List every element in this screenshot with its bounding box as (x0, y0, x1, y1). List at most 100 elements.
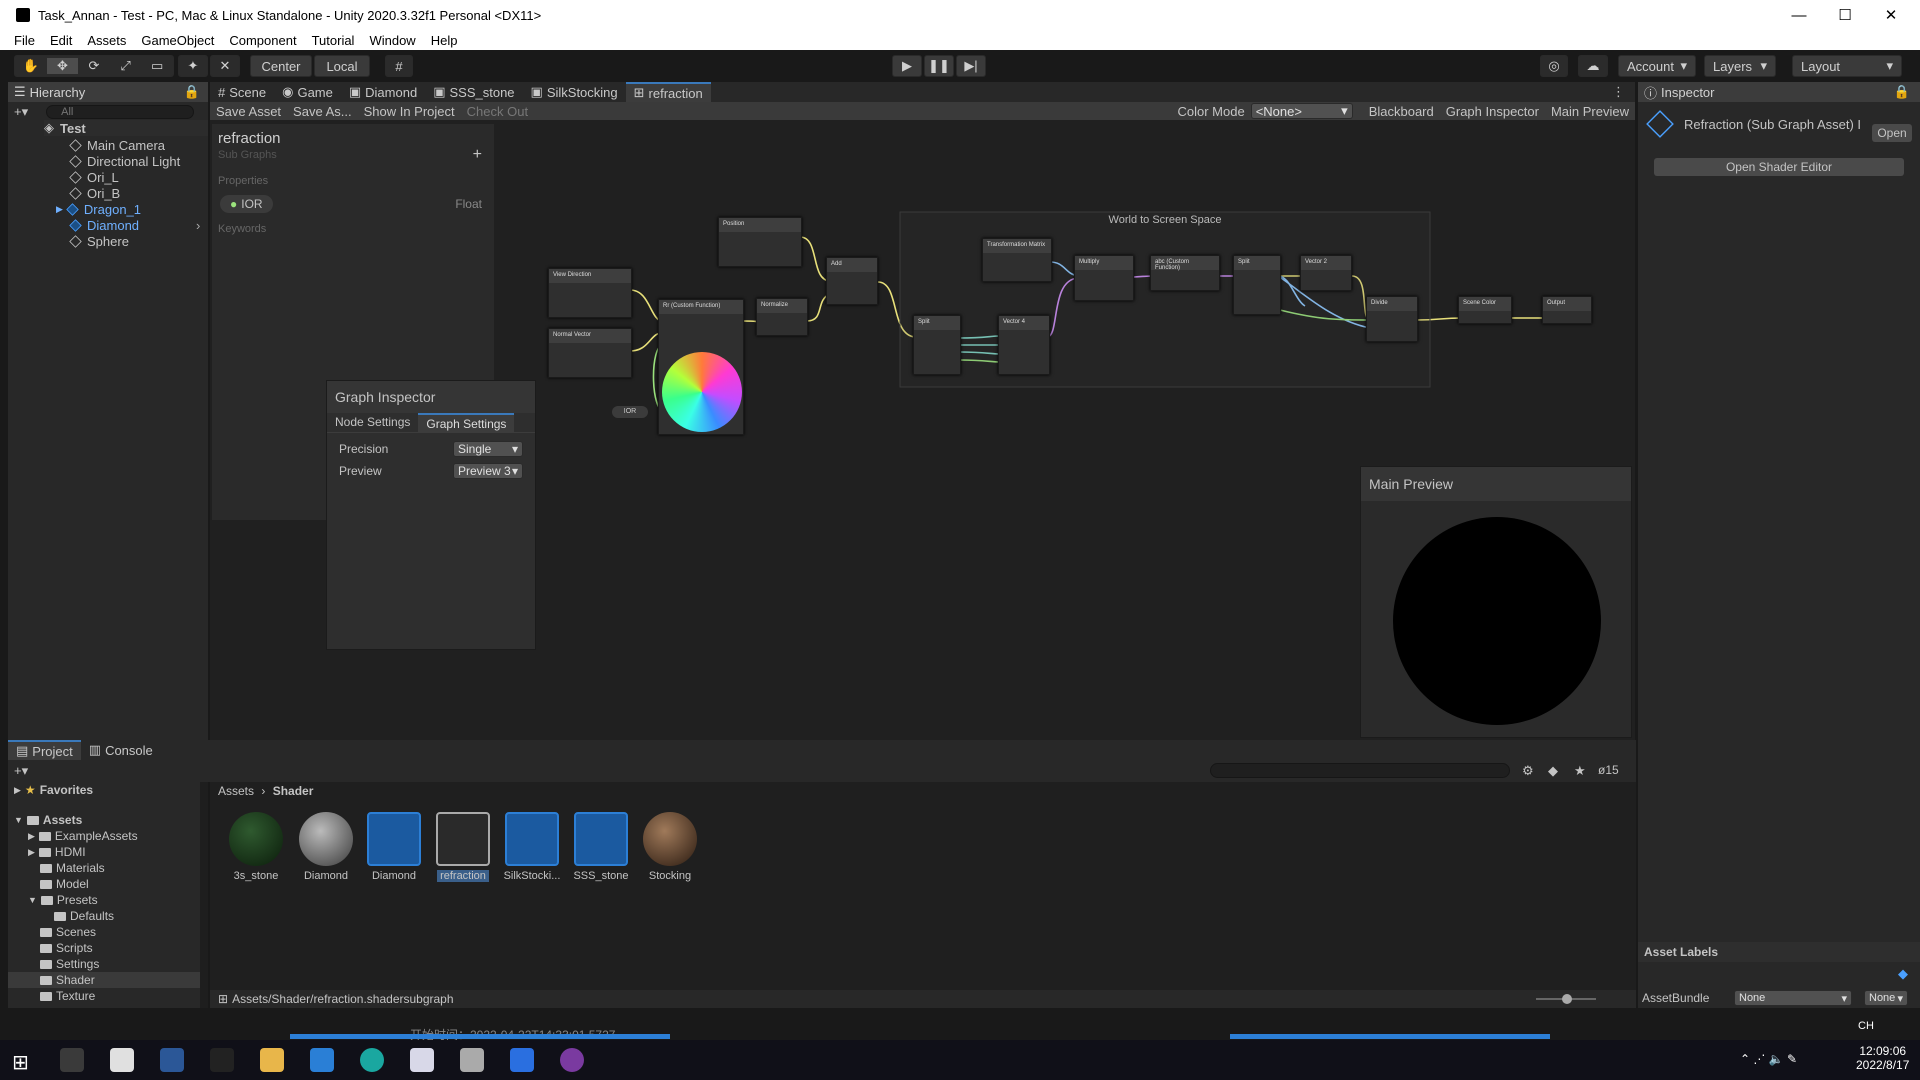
multiply-node[interactable]: Multiply (1074, 255, 1134, 301)
material-thumbnail (299, 812, 353, 866)
vector4-node[interactable]: Vector 4 (998, 315, 1050, 375)
tree-item[interactable]: Materials (40, 860, 105, 876)
tree-item[interactable]: ▼ Presets (28, 892, 98, 908)
normal-vector-node[interactable]: Normal Vector (548, 328, 632, 378)
output-node[interactable]: Output (1542, 296, 1592, 324)
clock[interactable]: 12:09:06 2022/8/17 (1856, 1044, 1909, 1072)
assetbundle-variant-dropdown[interactable]: None ▾ (1864, 990, 1908, 1006)
asset-item[interactable]: Stocking (640, 812, 700, 882)
scene-color-node[interactable]: Scene Color (1458, 296, 1512, 324)
favorites-item[interactable]: ▶ ★ Favorites (14, 782, 93, 798)
asset-item[interactable]: SSS_stone (571, 812, 631, 882)
preview-sphere[interactable] (1393, 517, 1601, 725)
folder-icon (40, 975, 52, 985)
file-explorer-icon[interactable] (260, 1048, 284, 1072)
folder-icon (54, 911, 66, 921)
vector2-node[interactable]: Vector 2 (1300, 255, 1352, 291)
subgraph-icon (436, 812, 490, 866)
project-search-input[interactable] (1210, 763, 1510, 778)
windows-start-icon[interactable]: ⊞ (12, 1050, 29, 1075)
filter-label-icon[interactable]: ◆ (1548, 763, 1558, 779)
breadcrumb: Assets › Shader (218, 784, 314, 798)
open-button[interactable]: Open (1872, 124, 1912, 142)
app-icon[interactable] (460, 1048, 484, 1072)
add-icon[interactable]: +▾ (14, 763, 28, 779)
folder-icon (26, 815, 39, 825)
main-preview-panel: Main Preview (1360, 466, 1632, 738)
star-icon: ★ (24, 783, 36, 797)
tree-item[interactable]: ▶ ExampleAssets (28, 828, 138, 844)
hidden-count-icon[interactable]: ø15 (1598, 763, 1619, 777)
split-node[interactable]: Split (1233, 255, 1281, 315)
folder-icon (40, 927, 52, 937)
asset-labels-header: Asset Labels (1638, 942, 1920, 962)
unity-icon[interactable] (110, 1048, 134, 1072)
inspector-tab[interactable]: ⓘ Inspector 🔒 (1638, 82, 1920, 102)
github-icon[interactable] (560, 1048, 584, 1072)
assetbundle-dropdown[interactable]: None ▾ (1734, 990, 1852, 1006)
transformation-matrix-node[interactable]: Transformation Matrix (982, 238, 1052, 282)
assetbundle-label: AssetBundle (1642, 991, 1710, 1005)
view-direction-node[interactable]: View Direction (548, 268, 632, 318)
lock-icon[interactable]: 🔒 (1894, 84, 1910, 100)
main-preview-title: Main Preview (1361, 467, 1631, 501)
refract-custom-function-node[interactable]: Rr (Custom Function) (658, 299, 744, 435)
tree-item[interactable]: Model (40, 876, 89, 892)
asset-item[interactable]: SilkStocki... (502, 812, 562, 882)
asset-item[interactable]: Diamond (296, 812, 356, 882)
tree-item[interactable]: Defaults (54, 908, 114, 924)
asset-item[interactable]: 3s_stone (226, 812, 286, 882)
split-node[interactable]: Split (913, 315, 961, 375)
tree-scrollbar[interactable] (200, 782, 208, 1008)
security-icon[interactable] (510, 1048, 534, 1072)
shadergraph-icon (505, 812, 559, 866)
subgraph-asset-icon (1646, 110, 1674, 138)
project-tab-bar: ▤ Project ▥ Console (8, 740, 1636, 760)
filter-type-icon[interactable]: ⚙ (1522, 763, 1534, 779)
progress-bar-left (290, 1034, 670, 1039)
folder-icon (40, 991, 52, 1001)
subgraph-small-icon: ⊞ (218, 992, 229, 1006)
tree-item[interactable]: Scripts (40, 940, 93, 956)
favorite-icon[interactable]: ★ (1574, 763, 1586, 779)
folder-icon (40, 943, 52, 953)
tree-item[interactable]: ▶ HDMI (28, 844, 86, 860)
tree-item-selected[interactable]: Shader (8, 972, 200, 988)
folder-icon (40, 895, 53, 905)
tree-item[interactable]: Texture (40, 988, 95, 1004)
zoom-slider[interactable] (1536, 994, 1596, 1004)
open-shader-editor-button[interactable]: Open Shader Editor (1654, 158, 1904, 176)
ior-property-node[interactable]: IOR (612, 406, 648, 418)
asset-item[interactable]: Diamond (364, 812, 424, 882)
breadcrumb-assets[interactable]: Assets (218, 784, 254, 798)
word-icon[interactable] (160, 1048, 184, 1072)
abc-custom-function-node[interactable]: abc (Custom Function) (1150, 255, 1220, 291)
asset-item-selected[interactable]: refraction (433, 812, 493, 882)
normalize-node[interactable]: Normalize (756, 298, 808, 336)
material-thumbnail (229, 812, 283, 866)
tree-item[interactable]: ▼ Assets (14, 812, 82, 828)
tray-icons[interactable]: ⌃ ⋰ 🔈 ✎ (1740, 1052, 1797, 1066)
group-box (899, 211, 1431, 388)
shadergraph-icon (367, 812, 421, 866)
tab-project[interactable]: ▤ Project (8, 740, 81, 760)
position-node[interactable]: Position (718, 217, 802, 267)
tab-console[interactable]: ▥ Console (81, 740, 161, 760)
unity-hub-icon[interactable] (60, 1048, 84, 1072)
store-icon[interactable] (310, 1048, 334, 1072)
asset-path-bar: ⊞ Assets/Shader/refraction.shadersubgraph (210, 990, 1636, 1008)
folder-icon (40, 863, 52, 873)
breadcrumb-shader[interactable]: Shader (273, 784, 314, 798)
tree-item[interactable]: Scenes (40, 924, 96, 940)
add-node[interactable]: Add (826, 257, 878, 305)
divide-node[interactable]: Divide (1366, 296, 1418, 342)
app-icon[interactable] (410, 1048, 434, 1072)
node-preview-sphere (662, 352, 742, 432)
label-tag-icon[interactable]: ◆ (1898, 966, 1908, 982)
ime-indicator[interactable]: CH (1858, 1020, 1874, 1032)
tree-item[interactable]: Settings (40, 956, 99, 972)
edge-icon[interactable] (360, 1048, 384, 1072)
epic-games-icon[interactable] (210, 1048, 234, 1072)
clock-date: 2022/8/17 (1856, 1058, 1910, 1072)
project-toolbar: +▾ ⚙ ◆ ★ ø15 (8, 760, 1636, 782)
